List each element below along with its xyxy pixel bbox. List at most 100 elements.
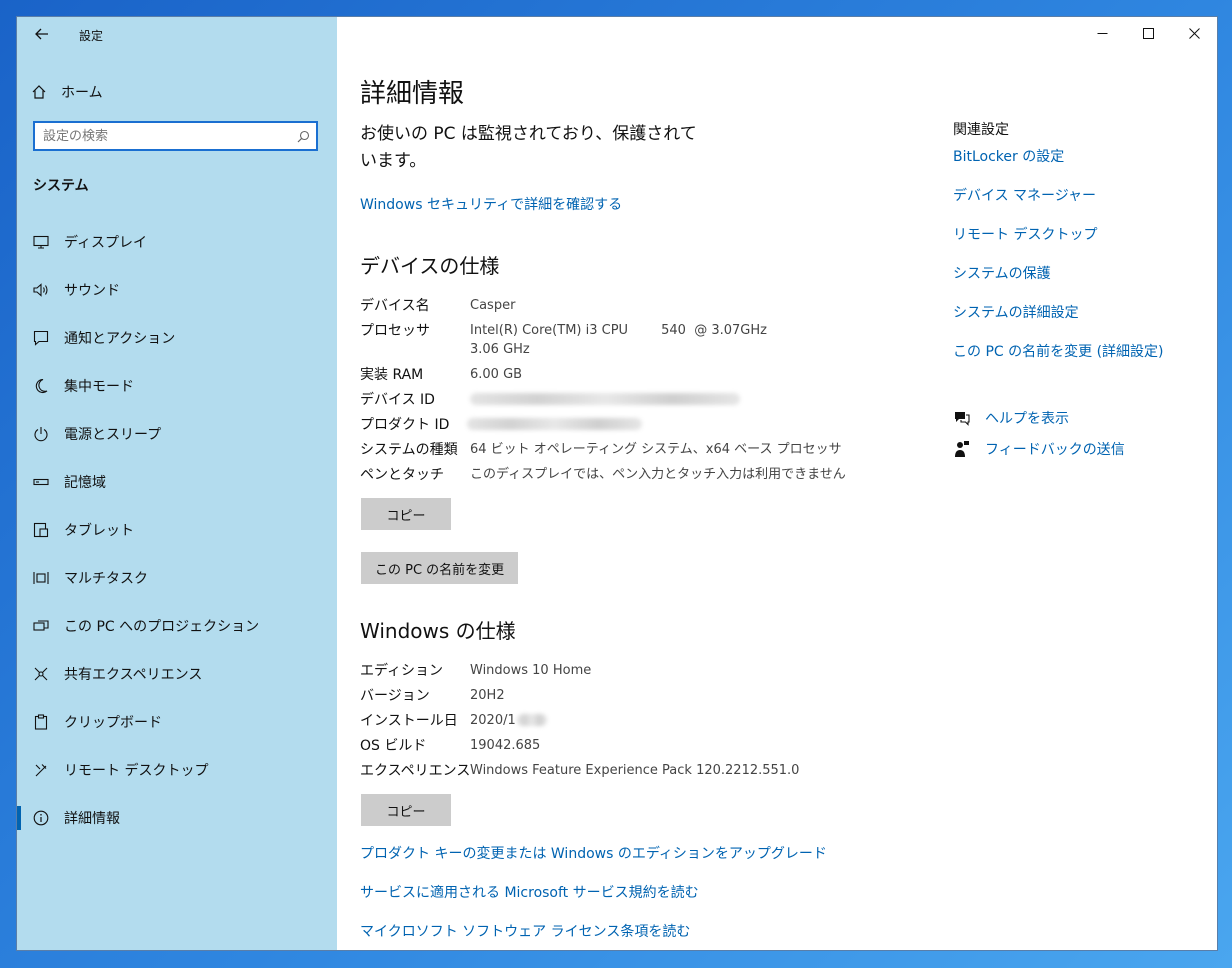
redacted-product-id: [467, 418, 642, 430]
spec-value: このディスプレイでは、ペン入力とタッチ入力は利用できません: [470, 467, 846, 482]
maximize-icon: [1142, 27, 1154, 39]
sidebar-item-power[interactable]: 電源とスリープ: [17, 414, 337, 454]
sidebar-item-projection[interactable]: この PC へのプロジェクション: [17, 606, 337, 646]
sidebar-item-label: ディスプレイ: [64, 235, 148, 251]
feedback-icon: [953, 440, 971, 458]
sidebar-item-remote[interactable]: リモート デスクトップ: [17, 750, 337, 790]
spec-key: 実装 RAM: [360, 367, 424, 383]
close-icon: [1188, 27, 1200, 39]
sidebar-item-focus[interactable]: 集中モード: [17, 366, 337, 406]
sidebar-item-multitask[interactable]: マルチタスク: [17, 558, 337, 598]
moon-icon: [32, 377, 50, 395]
minimize-button[interactable]: [1079, 17, 1125, 49]
sidebar-item-label: 詳細情報: [64, 811, 120, 827]
search-icon[interactable]: [290, 130, 316, 143]
rename-pc-advanced-link[interactable]: この PC の名前を変更 (詳細設定): [953, 341, 1164, 361]
get-help-item[interactable]: ヘルプを表示: [953, 408, 1069, 428]
sidebar-item-notifications[interactable]: 通知とアクション: [17, 318, 337, 358]
spec-value: Windows Feature Experience Pack 120.2212…: [470, 763, 800, 778]
sidebar-item-storage[interactable]: 記憶域: [17, 462, 337, 502]
sidebar-item-label: この PC へのプロジェクション: [64, 619, 260, 635]
related-settings-heading: 関連設定: [953, 122, 1009, 138]
windows-spec-heading: Windows の仕様: [360, 619, 516, 643]
remote-icon: [32, 761, 50, 779]
minimize-icon: [1097, 32, 1107, 34]
settings-window: 設定 ホーム システム ディスプレイ サウンド 通知とアクション: [17, 17, 1217, 950]
redacted-device-id: [470, 393, 740, 405]
bitlocker-link[interactable]: BitLocker の設定: [953, 146, 1064, 166]
sidebar-item-clipboard[interactable]: クリップボード: [17, 702, 337, 742]
spec-key: プロダクト ID: [360, 417, 450, 433]
spec-key: プロセッサ: [360, 323, 430, 339]
sidebar-item-tablet[interactable]: タブレット: [17, 510, 337, 550]
sidebar-item-label: クリップボード: [64, 715, 162, 731]
get-help-link[interactable]: ヘルプを表示: [985, 408, 1069, 428]
home-icon: [31, 84, 47, 100]
spec-value: Casper: [470, 298, 516, 313]
share-icon: [32, 665, 50, 683]
sidebar-item-label: リモート デスクトップ: [64, 763, 209, 779]
sidebar-item-label: 記憶域: [64, 475, 106, 491]
settings-search[interactable]: [33, 121, 318, 151]
sidebar-item-display[interactable]: ディスプレイ: [17, 222, 337, 262]
spec-value: 2020/1: [470, 713, 516, 728]
spec-key: エディション: [360, 663, 444, 679]
storage-icon: [32, 473, 50, 491]
sidebar-item-label: タブレット: [64, 523, 134, 539]
close-button[interactable]: [1171, 17, 1217, 49]
sidebar-item-label: 共有エクスペリエンス: [64, 667, 203, 683]
feedback-link[interactable]: フィードバックの送信: [985, 439, 1125, 459]
device-manager-link[interactable]: デバイス マネージャー: [953, 185, 1096, 205]
spec-key: インストール日: [360, 713, 458, 729]
spec-value: 20H2: [470, 688, 505, 703]
tablet-icon: [32, 521, 50, 539]
multitask-icon: [32, 569, 50, 587]
monitor-icon: [32, 233, 50, 251]
main-content: 詳細情報 お使いの PC は監視されており、保護されています。 Windows …: [337, 17, 1217, 950]
spec-key: ペンとタッチ: [360, 467, 444, 483]
remote-desktop-link[interactable]: リモート デスクトップ: [953, 224, 1097, 244]
sidebar-item-label: 電源とスリープ: [64, 427, 162, 443]
spec-value: Windows 10 Home: [470, 663, 592, 678]
service-agreement-link[interactable]: サービスに適用される Microsoft サービス規約を読む: [360, 882, 699, 902]
back-arrow-icon: [35, 28, 48, 40]
spec-key: バージョン: [360, 688, 430, 704]
home-label: ホーム: [61, 85, 103, 101]
advanced-system-link[interactable]: システムの詳細設定: [953, 302, 1079, 322]
clipboard-icon: [32, 713, 50, 731]
spec-value: 6.00 GB: [470, 367, 523, 382]
sidebar-item-label: サウンド: [64, 283, 120, 299]
license-terms-link[interactable]: マイクロソフト ソフトウェア ライセンス条項を読む: [360, 921, 690, 941]
feedback-item[interactable]: フィードバックの送信: [953, 439, 1125, 459]
app-title: 設定: [79, 29, 104, 43]
speaker-icon: [32, 281, 50, 299]
maximize-button[interactable]: [1125, 17, 1171, 49]
device-spec-heading: デバイスの仕様: [360, 254, 500, 278]
spec-key: デバイス ID: [360, 392, 435, 408]
search-input[interactable]: [35, 123, 290, 149]
page-title: 詳細情報: [360, 79, 465, 109]
sidebar-item-shared[interactable]: 共有エクスペリエンス: [17, 654, 337, 694]
rename-pc-button[interactable]: この PC の名前を変更: [361, 552, 519, 584]
spec-key: OS ビルド: [360, 738, 427, 754]
copy-windows-spec-button[interactable]: コピー: [361, 794, 451, 826]
spec-value: 19042.685: [470, 738, 541, 753]
system-protection-link[interactable]: システムの保護: [953, 263, 1051, 283]
spec-value: 64 ビット オペレーティング システム、x64 ベース プロセッサ: [470, 442, 842, 457]
spec-key: デバイス名: [360, 298, 430, 314]
sidebar-item-sound[interactable]: サウンド: [17, 270, 337, 310]
protection-status: お使いの PC は監視されており、保護されています。: [360, 124, 697, 171]
redacted-install-date: [517, 714, 547, 726]
sidebar-section-title: システム: [33, 178, 89, 194]
security-details-link[interactable]: Windows セキュリティで詳細を確認する: [360, 194, 622, 214]
sidebar-item-label: 通知とアクション: [64, 331, 176, 347]
upgrade-edition-link[interactable]: プロダクト キーの変更または Windows のエディションをアップグレード: [360, 843, 827, 863]
spec-key: エクスペリエンス: [360, 763, 471, 779]
back-button[interactable]: [27, 23, 57, 45]
sidebar-item-about[interactable]: 詳細情報: [17, 798, 337, 838]
info-icon: [32, 809, 50, 827]
sidebar-item-label: 集中モード: [64, 379, 134, 395]
copy-device-spec-button[interactable]: コピー: [361, 498, 451, 530]
sidebar: 設定 ホーム システム ディスプレイ サウンド 通知とアクション: [17, 17, 337, 950]
sidebar-home[interactable]: ホーム: [31, 79, 321, 105]
